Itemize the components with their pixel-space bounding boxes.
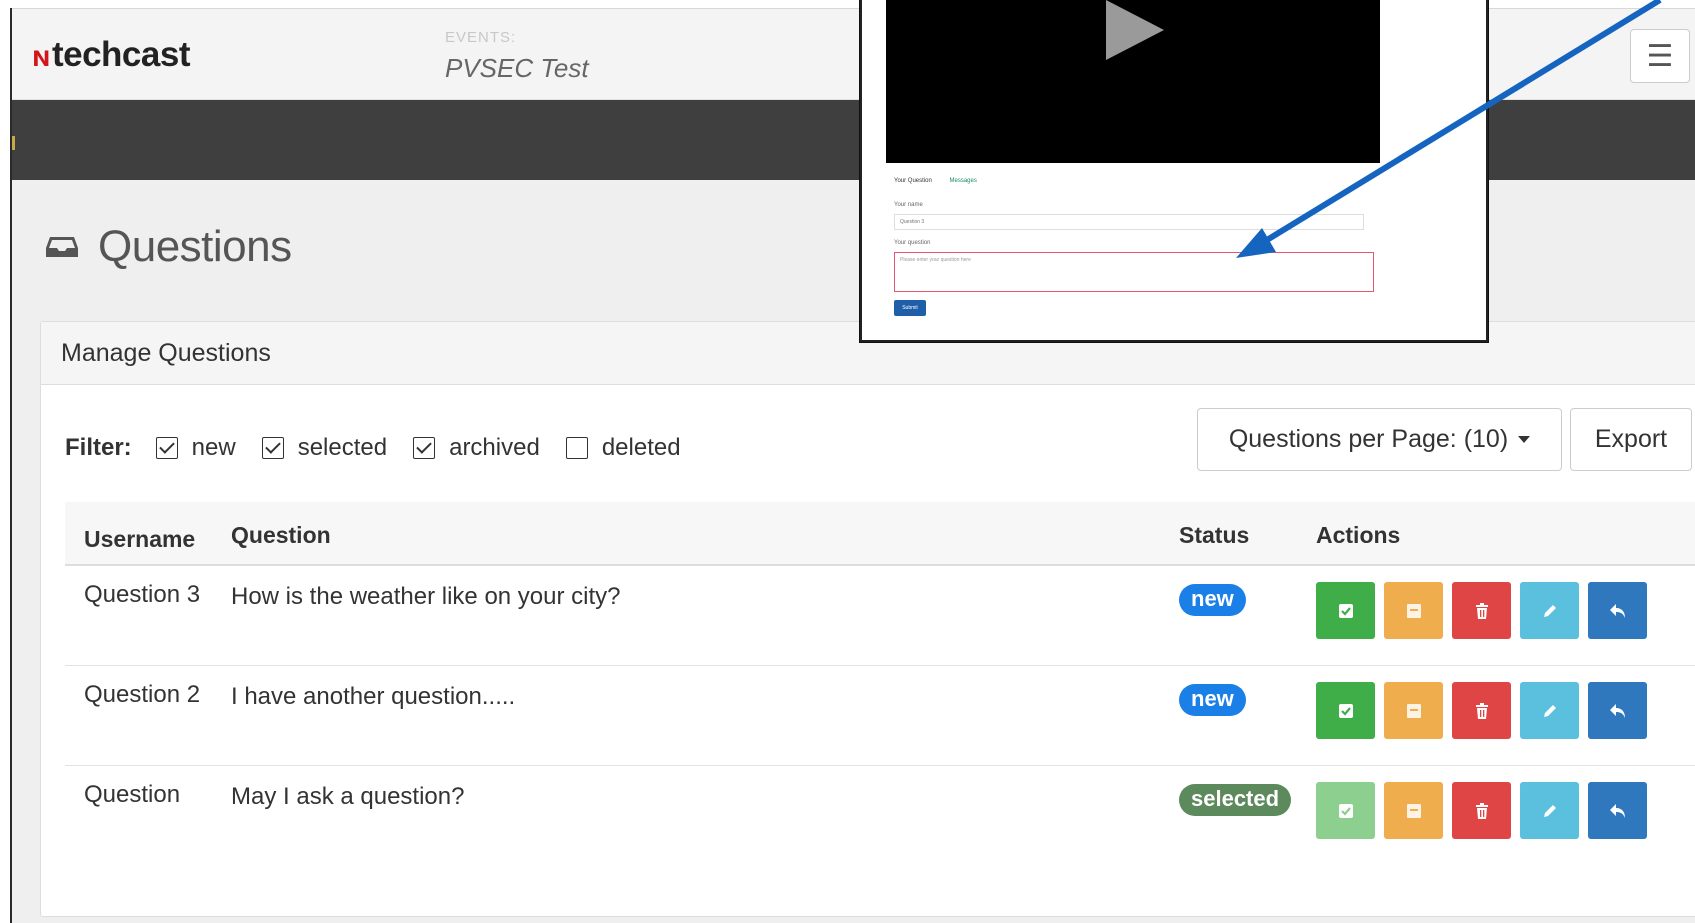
- filter-archived-label: archived: [449, 434, 540, 461]
- page-title-text: Questions: [98, 222, 292, 271]
- archive-icon: [1406, 803, 1421, 818]
- panel-title: Manage Questions: [61, 338, 271, 367]
- pencil-icon: [1543, 604, 1556, 617]
- page-title: Questions: [46, 222, 292, 272]
- filter-selected[interactable]: selected: [261, 434, 388, 462]
- status-cell: selected: [1179, 784, 1292, 816]
- status-cell: new: [1179, 684, 1246, 716]
- play-icon[interactable]: [1106, 0, 1164, 60]
- inbox-icon: [46, 237, 78, 257]
- logo-mark-icon: ɴ: [32, 40, 50, 73]
- column-header-username[interactable]: Username: [84, 522, 204, 556]
- filter-row: Filter: new selected archived deleted: [65, 434, 707, 462]
- hamburger-menu-button[interactable]: ☰: [1630, 29, 1690, 83]
- filter-deleted-label: deleted: [601, 434, 681, 461]
- table-row: Question 3 How is the weather like on yo…: [65, 566, 1695, 666]
- reply-button[interactable]: [1588, 782, 1647, 839]
- filter-label: Filter:: [65, 434, 132, 461]
- column-header-question[interactable]: Question: [231, 522, 331, 549]
- select-button[interactable]: [1316, 582, 1375, 639]
- delete-button[interactable]: [1452, 782, 1511, 839]
- trash-icon: [1475, 702, 1488, 719]
- per-page-label: Questions per Page: (10): [1228, 425, 1509, 453]
- question-cell: I have another question.....: [231, 683, 516, 710]
- row-actions: [1316, 682, 1656, 739]
- column-header-actions: Actions: [1316, 522, 1401, 548]
- archive-button[interactable]: [1384, 782, 1443, 839]
- your-question-label: Your question: [894, 240, 931, 246]
- filter-archived-checkbox[interactable]: [413, 437, 436, 459]
- banner-tick: [12, 136, 15, 150]
- reply-button[interactable]: [1588, 682, 1647, 739]
- filter-new-label: new: [191, 434, 236, 461]
- logo-text: techcast: [51, 35, 191, 74]
- select-button[interactable]: [1316, 782, 1375, 839]
- questions-table: Username Question Status Actions Questio…: [65, 502, 1695, 866]
- row-actions: [1316, 782, 1656, 839]
- archive-icon: [1406, 603, 1421, 618]
- table-header: Username Question Status Actions: [65, 502, 1695, 566]
- caret-down-icon: [1518, 436, 1531, 443]
- username-cell: Question 3: [84, 581, 201, 608]
- column-header-status[interactable]: Status: [1179, 522, 1249, 549]
- submit-button[interactable]: Submit: [894, 300, 926, 316]
- reply-icon: [1609, 703, 1625, 718]
- callout-tabs: Your Question Messages: [894, 178, 993, 184]
- edit-button[interactable]: [1520, 782, 1579, 839]
- pencil-icon: [1543, 804, 1556, 817]
- question-cell: May I ask a question?: [231, 783, 465, 810]
- filter-selected-label: selected: [297, 434, 388, 461]
- event-label: EVENTS:: [445, 29, 517, 46]
- screenshot-stage: ɴtechcast EVENTS: PVSEC Test ☰ Questions…: [0, 0, 1695, 923]
- row-actions: [1316, 582, 1656, 639]
- pencil-icon: [1543, 704, 1556, 717]
- attendee-view-callout: Your Question Messages Your name Questio…: [860, 0, 1488, 342]
- tab-messages[interactable]: Messages: [949, 178, 976, 184]
- techcast-logo[interactable]: ɴtechcast: [32, 35, 190, 75]
- filter-new-checkbox[interactable]: [155, 437, 178, 459]
- username-cell: Question 2: [84, 681, 201, 708]
- export-button[interactable]: Export: [1570, 408, 1692, 471]
- filter-new[interactable]: new: [155, 434, 236, 462]
- filter-deleted[interactable]: deleted: [565, 434, 681, 462]
- your-name-label: Your name: [894, 202, 923, 208]
- your-question-field[interactable]: Please enter your question here: [894, 252, 1374, 292]
- edit-button[interactable]: [1520, 582, 1579, 639]
- delete-button[interactable]: [1452, 582, 1511, 639]
- username-cell: Question: [84, 781, 181, 808]
- archive-button[interactable]: [1384, 582, 1443, 639]
- check-square-icon: [1338, 703, 1353, 718]
- hamburger-icon: ☰: [1646, 39, 1674, 73]
- table-row: Question May I ask a question? selected: [65, 766, 1695, 866]
- your-name-field[interactable]: Question 3: [894, 214, 1364, 230]
- questions-per-page-dropdown[interactable]: Questions per Page: (10): [1197, 408, 1562, 471]
- reply-icon: [1609, 803, 1625, 818]
- edit-button[interactable]: [1520, 682, 1579, 739]
- trash-icon: [1475, 602, 1488, 619]
- table-row: Question 2 I have another question..... …: [65, 666, 1695, 766]
- status-badge: new: [1179, 684, 1246, 716]
- reply-button[interactable]: [1588, 582, 1647, 639]
- status-badge: selected: [1179, 784, 1292, 816]
- filter-archived[interactable]: archived: [413, 434, 540, 462]
- archive-icon: [1406, 703, 1421, 718]
- delete-button[interactable]: [1452, 682, 1511, 739]
- video-player[interactable]: [886, 0, 1380, 163]
- question-cell: How is the weather like on your city?: [231, 583, 621, 610]
- check-square-icon: [1338, 803, 1353, 818]
- status-badge: new: [1179, 584, 1246, 616]
- status-cell: new: [1179, 584, 1246, 616]
- archive-button[interactable]: [1384, 682, 1443, 739]
- select-button[interactable]: [1316, 682, 1375, 739]
- manage-questions-panel: Manage Questions Filter: new selected ar…: [40, 321, 1695, 917]
- check-square-icon: [1338, 603, 1353, 618]
- trash-icon: [1475, 802, 1488, 819]
- event-name: PVSEC Test: [445, 53, 589, 83]
- filter-deleted-checkbox[interactable]: [565, 437, 588, 459]
- reply-icon: [1609, 603, 1625, 618]
- tab-your-question[interactable]: Your Question: [894, 178, 932, 184]
- filter-selected-checkbox[interactable]: [261, 437, 284, 459]
